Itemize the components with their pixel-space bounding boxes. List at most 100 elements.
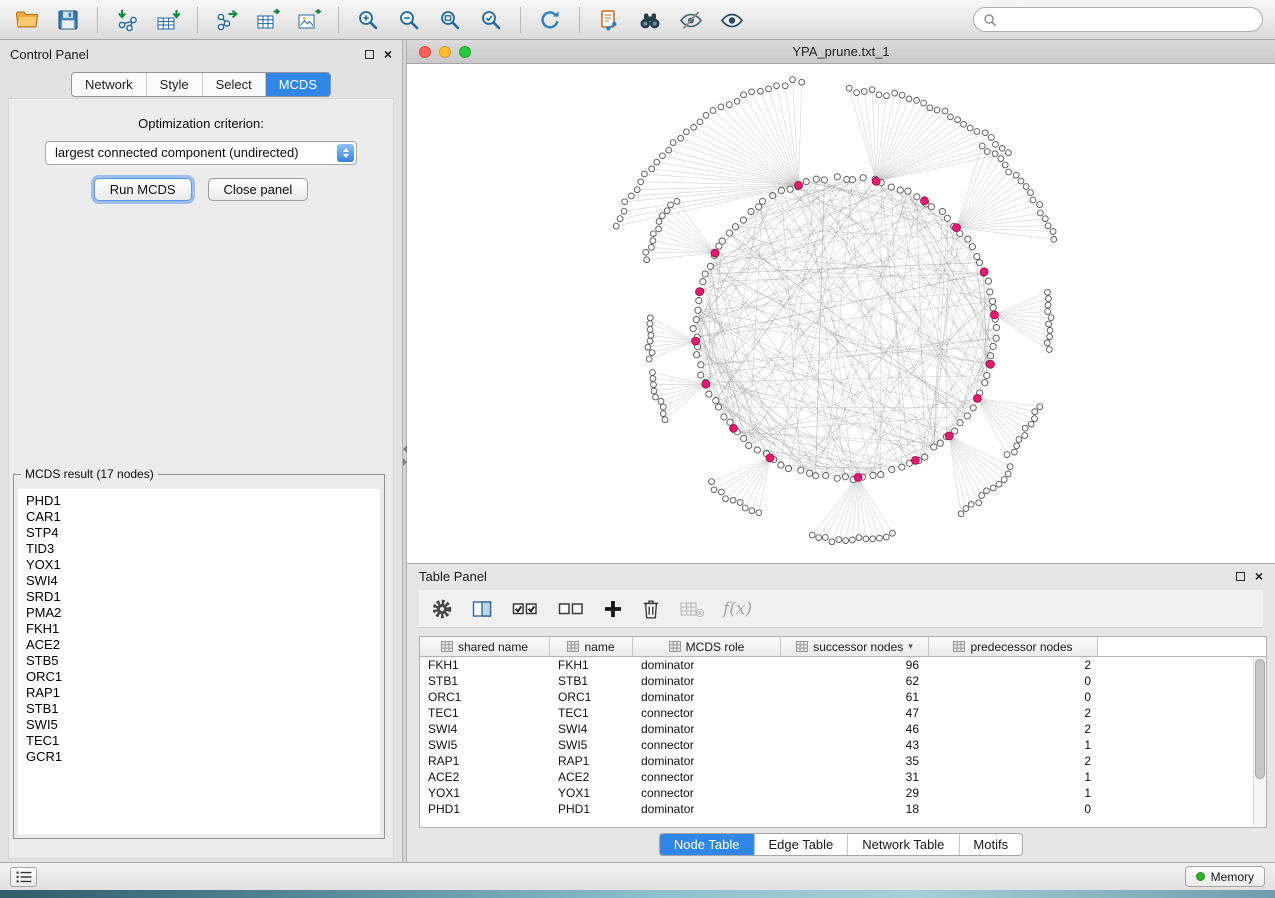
cell-mcds-role: dominator [633, 689, 781, 705]
export-table-button[interactable] [249, 4, 287, 36]
hide-graphics-details-button[interactable] [672, 4, 710, 36]
close-panel-button[interactable]: Close panel [208, 178, 309, 201]
table-row[interactable]: RAP1RAP1dominator352 [420, 753, 1266, 769]
mcds-result-item[interactable]: PMA2 [18, 605, 380, 621]
run-mcds-button[interactable]: Run MCDS [94, 178, 192, 201]
deselect-all-button[interactable] [557, 598, 585, 620]
mcds-result-item[interactable]: STP4 [18, 525, 380, 541]
search-network-button[interactable] [631, 4, 669, 36]
refresh-view-button[interactable] [531, 4, 569, 36]
cell-shared-name: SWI5 [420, 737, 550, 753]
column-header-name[interactable]: name [550, 637, 633, 657]
mcds-result-item[interactable]: TEC1 [18, 733, 380, 749]
mcds-result-item[interactable]: PHD1 [18, 493, 380, 509]
open-session-button[interactable] [8, 4, 46, 36]
zoom-selected-button[interactable] [472, 4, 510, 36]
tab-network-table[interactable]: Network Table [848, 834, 959, 855]
tab-edge-table[interactable]: Edge Table [754, 834, 848, 855]
close-window-button[interactable] [419, 46, 431, 58]
table-row[interactable]: ACE2ACE2connector311 [420, 769, 1266, 785]
cell-successor-nodes: 62 [781, 673, 929, 689]
float-table-panel-icon[interactable] [1236, 572, 1245, 581]
cell-predecessor-nodes: 2 [929, 705, 1098, 721]
show-columns-button[interactable] [471, 598, 493, 620]
tab-mcds[interactable]: MCDS [266, 73, 330, 96]
tab-style[interactable]: Style [147, 73, 203, 96]
table-row[interactable]: PHD1PHD1dominator180 [420, 801, 1266, 817]
mcds-result-item[interactable]: FKH1 [18, 621, 380, 637]
export-image-icon [296, 7, 322, 33]
criterion-value: largest connected component (undirected) [55, 145, 299, 160]
close-table-panel-icon[interactable]: × [1255, 571, 1263, 581]
mcds-result-item[interactable]: ACE2 [18, 637, 380, 653]
close-panel-icon[interactable]: × [384, 49, 392, 59]
cell-shared-name: PHD1 [420, 801, 550, 817]
column-header-predecessor-nodes[interactable]: predecessor nodes [929, 637, 1098, 657]
mcds-result-item[interactable]: YOX1 [18, 557, 380, 573]
share-document-button[interactable] [590, 4, 628, 36]
cell-successor-nodes: 61 [781, 689, 929, 705]
maximize-window-button[interactable] [459, 46, 471, 58]
delete-column-button[interactable] [641, 598, 661, 620]
status-bar: Memory [0, 862, 1275, 890]
table-row[interactable]: SWI5SWI5connector431 [420, 737, 1266, 753]
cell-shared-name: ORC1 [420, 689, 550, 705]
mcds-result-item[interactable]: TID3 [18, 541, 380, 557]
tab-motifs[interactable]: Motifs [959, 834, 1022, 855]
mcds-result-item[interactable]: STB5 [18, 653, 380, 669]
table-row[interactable]: FKH1FKH1dominator962 [420, 657, 1266, 673]
scrollbar-thumb[interactable] [1255, 659, 1265, 779]
cell-filler [1098, 737, 1266, 753]
search-box[interactable] [973, 7, 1263, 32]
mcds-result-item[interactable]: SWI5 [18, 717, 380, 733]
mcds-result-item[interactable]: RAP1 [18, 685, 380, 701]
table-panel-title: Table Panel [419, 569, 487, 584]
minimize-window-button[interactable] [439, 46, 451, 58]
mcds-result-item[interactable]: ORC1 [18, 669, 380, 685]
mcds-result-item[interactable]: GCR1 [18, 749, 380, 765]
table-row[interactable]: ORC1ORC1dominator610 [420, 689, 1266, 705]
column-header-shared-name[interactable]: shared name [420, 637, 550, 657]
export-image-button[interactable] [290, 4, 328, 36]
mcds-result-item[interactable]: SRD1 [18, 589, 380, 605]
mcds-result-item[interactable]: CAR1 [18, 509, 380, 525]
column-header-mcds-role[interactable]: MCDS role [633, 637, 781, 657]
save-session-button[interactable] [49, 4, 87, 36]
table-scrollbar[interactable] [1253, 657, 1266, 826]
network-canvas[interactable] [407, 64, 1275, 563]
select-all-button[interactable] [511, 598, 539, 620]
eye-slash-icon [678, 7, 704, 33]
tab-select[interactable]: Select [203, 73, 266, 96]
cell-mcds-role: dominator [633, 721, 781, 737]
zoom-out-button[interactable] [390, 4, 428, 36]
network-graph[interactable] [407, 64, 1273, 561]
cell-predecessor-nodes: 2 [929, 753, 1098, 769]
float-panel-icon[interactable] [365, 50, 374, 59]
column-header-successor-nodes[interactable]: successor nodes ▾ [781, 637, 929, 657]
table-row[interactable]: YOX1YOX1connector291 [420, 785, 1266, 801]
cell-mcds-role: dominator [633, 673, 781, 689]
table-panel: Table Panel × [407, 563, 1275, 862]
mcds-result-item[interactable]: STB1 [18, 701, 380, 717]
task-history-button[interactable] [10, 867, 37, 887]
column-header-filler [1098, 637, 1266, 657]
import-network-button[interactable] [108, 4, 146, 36]
search-input[interactable] [1003, 13, 1253, 27]
zoom-in-button[interactable] [349, 4, 387, 36]
add-column-button[interactable] [603, 599, 623, 619]
tab-node-table[interactable]: Node Table [660, 834, 755, 855]
tab-network[interactable]: Network [72, 73, 147, 96]
table-row[interactable]: TEC1TEC1connector472 [420, 705, 1266, 721]
table-settings-button[interactable] [431, 598, 453, 620]
memory-button[interactable]: Memory [1185, 866, 1265, 887]
mcds-result-list[interactable]: PHD1CAR1STP4TID3YOX1SWI4SRD1PMA2FKH1ACE2… [18, 489, 380, 834]
zoom-fit-button[interactable] [431, 4, 469, 36]
show-graphics-details-button[interactable] [713, 4, 751, 36]
table-row[interactable]: STB1STB1dominator620 [420, 673, 1266, 689]
mcds-result-item[interactable]: SWI4 [18, 573, 380, 589]
criterion-dropdown[interactable]: largest connected component (undirected) [45, 141, 357, 165]
table-row[interactable]: SWI4SWI4dominator462 [420, 721, 1266, 737]
import-table-button[interactable] [149, 4, 187, 36]
sort-icon [796, 641, 808, 652]
export-network-button[interactable] [208, 4, 246, 36]
